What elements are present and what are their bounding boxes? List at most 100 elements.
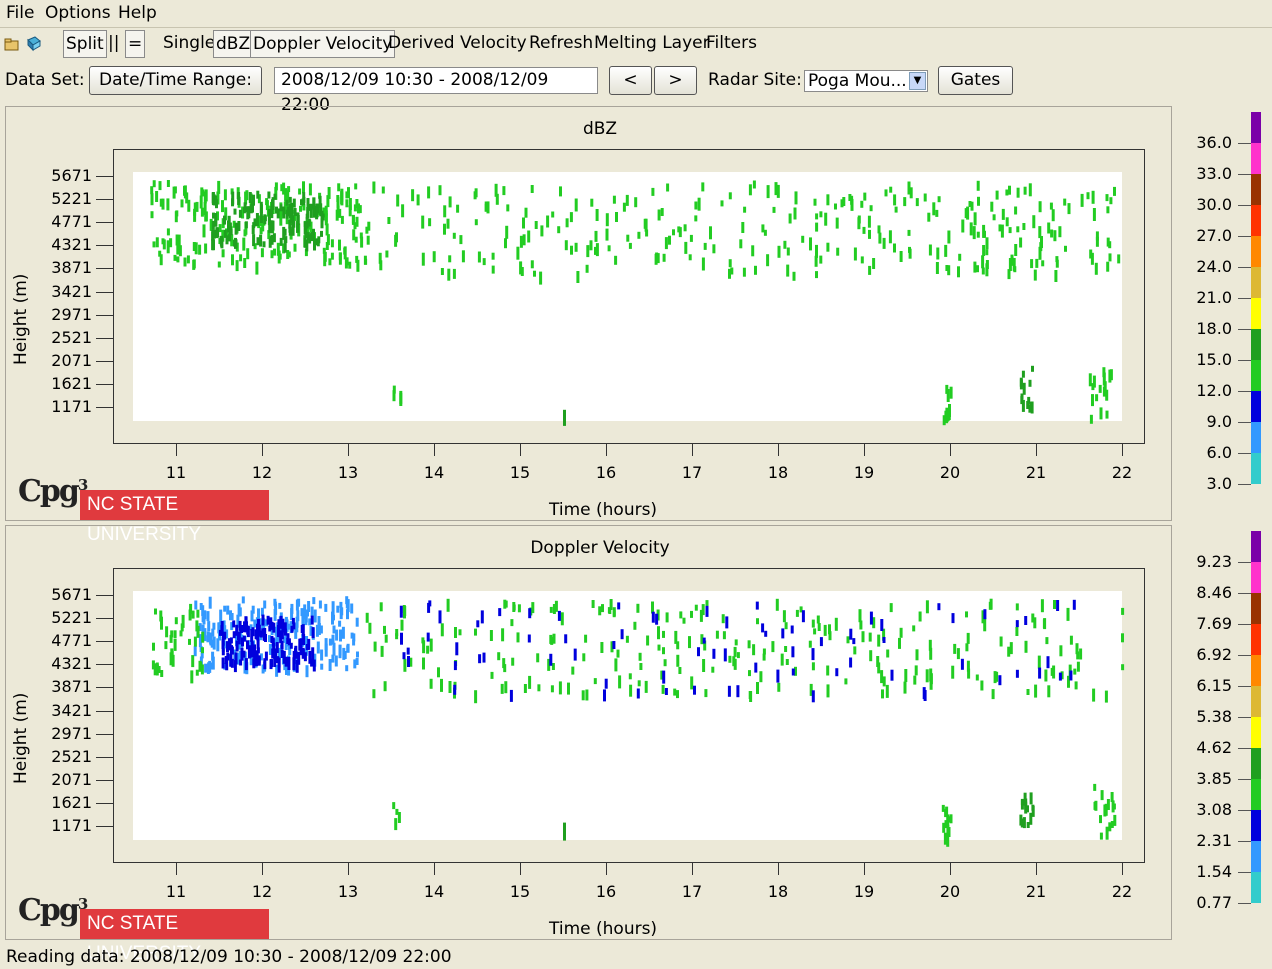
radar-gate-mark: [306, 609, 309, 617]
radar-gate-mark: [262, 241, 266, 248]
radar-gate-mark: [673, 688, 677, 696]
radar-gate-mark: [353, 204, 357, 212]
radar-gate-mark: [616, 649, 620, 658]
radar-gate-mark: [201, 647, 204, 654]
radar-gate-mark: [668, 235, 671, 245]
radar-gate-mark: [693, 685, 696, 695]
radar-gate-mark: [250, 641, 254, 653]
radar-gate-mark: [734, 639, 738, 646]
radar-gate-mark: [560, 612, 564, 626]
radar-gate-mark: [1088, 373, 1092, 387]
radar-gate-mark: [826, 194, 830, 206]
radar-gate-mark: [1013, 266, 1017, 273]
radar-gate-mark: [995, 190, 999, 200]
radar-gate-mark: [505, 225, 509, 239]
radar-gate-mark: [858, 609, 862, 623]
radar-gate-mark: [233, 660, 237, 673]
radar-gate-mark: [159, 198, 163, 207]
radar-gate-mark: [267, 191, 271, 199]
radar-gate-mark: [299, 205, 302, 212]
radar-gate-mark: [1108, 822, 1112, 832]
radar-gate-mark: [844, 678, 848, 685]
radar-gate-mark: [215, 199, 218, 209]
radar-gate-mark: [766, 185, 770, 199]
radar-gate-mark: [868, 632, 872, 642]
radar-gate-mark: [332, 614, 335, 621]
radar-gate-mark: [622, 202, 626, 212]
radar-gate-mark: [661, 684, 665, 694]
radar-gate-mark: [1106, 206, 1110, 214]
radar-gate-mark: [401, 204, 405, 218]
radar-gate-mark: [174, 617, 178, 625]
radar-gate-mark: [340, 192, 344, 206]
radar-gate-mark: [308, 234, 312, 244]
radar-gate-mark: [1069, 635, 1073, 645]
radar-gate-mark: [151, 660, 155, 670]
radar-gate-mark: [429, 638, 433, 652]
radar-gate-mark: [774, 182, 778, 196]
radar-gate-mark: [300, 608, 304, 617]
radar-gate-mark: [367, 221, 371, 231]
radar-gate-mark: [1064, 245, 1067, 252]
radar-gate-mark: [292, 657, 296, 671]
radar-gate-mark: [889, 603, 893, 613]
radar-gate-mark: [1092, 688, 1096, 702]
radar-gate-mark: [453, 661, 457, 671]
radar-gate-mark: [850, 198, 854, 211]
radar-gate-mark: [672, 229, 675, 236]
radar-gate-mark: [743, 206, 747, 213]
radar-gate-mark: [256, 190, 260, 199]
radar-gate-mark: [1041, 260, 1045, 267]
radar-gate-mark: [549, 606, 553, 613]
radar-gate-mark: [225, 235, 229, 245]
radar-gate-mark: [909, 187, 913, 199]
radar-gate-mark: [795, 609, 799, 617]
radar-gate-mark: [771, 641, 775, 653]
radar-gate-mark: [202, 224, 206, 238]
radar-gate-mark: [504, 681, 508, 694]
radar-gate-mark: [651, 611, 655, 623]
radar-gate-mark: [861, 631, 865, 643]
radar-gate-mark: [754, 662, 758, 673]
radar-gate-mark: [945, 806, 949, 817]
radar-gate-mark: [237, 221, 241, 231]
radar-gate-mark: [336, 605, 340, 613]
radar-gate-mark: [1026, 689, 1030, 695]
radar-gate-mark: [976, 265, 979, 273]
radar-gate-mark: [1067, 203, 1071, 215]
radar-gate-mark: [1095, 236, 1099, 247]
radar-gate-mark: [383, 625, 386, 634]
status-bar: Reading data: 2008/12/09 10:30 - 2008/12…: [6, 947, 452, 967]
radar-gate-mark: [739, 239, 743, 249]
radar-gate-mark: [201, 616, 205, 623]
radar-gate-mark: [981, 267, 985, 275]
radar-gate-mark: [223, 189, 227, 201]
radar-gate-mark: [676, 654, 680, 667]
radar-gate-mark: [1014, 206, 1018, 215]
radar-gate-mark: [946, 816, 950, 823]
radar-gate-mark: [644, 218, 648, 232]
radar-gate-mark: [284, 188, 288, 202]
radar-gate-mark: [756, 682, 759, 694]
radar-gate-mark: [1091, 394, 1094, 407]
radar-gate-mark: [657, 626, 660, 640]
radar-gate-mark: [324, 638, 328, 651]
radar-gate-mark: [936, 247, 940, 260]
radar-gate-mark: [490, 671, 494, 679]
radar-gate-mark: [448, 196, 452, 208]
radar-gate-mark: [1022, 223, 1026, 230]
radar-gate-mark: [324, 205, 328, 216]
radar-gate-mark: [998, 675, 1002, 686]
radar-gate-mark: [346, 645, 350, 653]
radar-gate-mark: [998, 224, 1002, 232]
radar-gate-mark: [1076, 661, 1080, 672]
radar-gate-mark: [1117, 254, 1121, 264]
radar-gate-mark: [694, 201, 698, 210]
radar-gate-mark: [766, 254, 770, 267]
radar-gate-mark: [316, 641, 320, 654]
radar-gate-mark: [585, 264, 589, 273]
radar-gate-mark: [395, 808, 399, 815]
radar-gate-mark: [1121, 607, 1125, 615]
radar-gate-mark: [152, 180, 156, 188]
radar-gate-mark: [160, 616, 163, 630]
